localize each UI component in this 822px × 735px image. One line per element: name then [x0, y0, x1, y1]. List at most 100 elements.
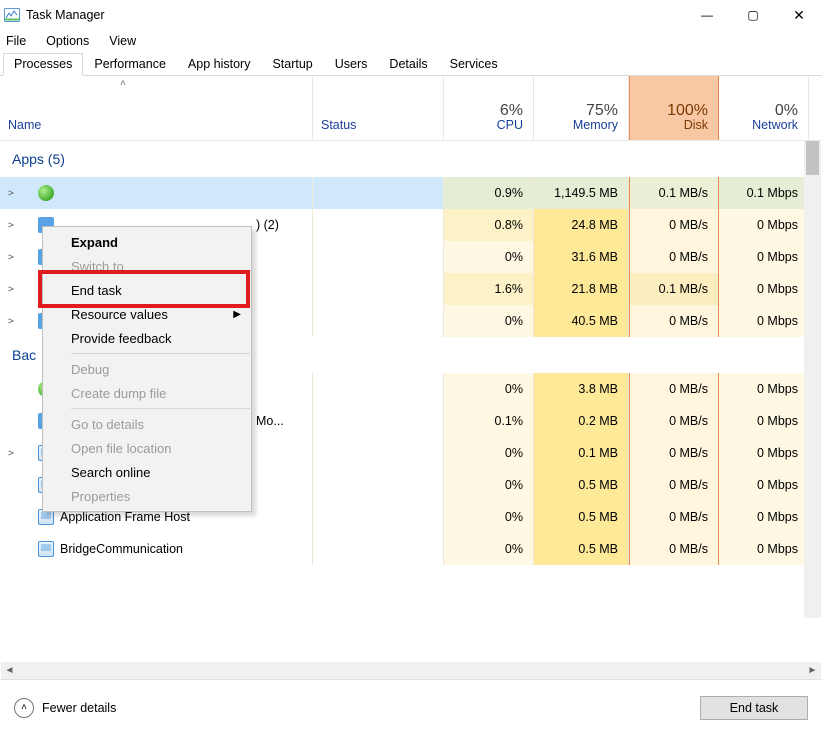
cell-disk: 0 MB/s — [629, 501, 719, 533]
ctx-search-online[interactable]: Search online — [43, 460, 251, 484]
col-network-label: Network — [752, 118, 798, 132]
menu-view[interactable]: View — [109, 32, 146, 50]
ctx-properties[interactable]: Properties — [43, 484, 251, 508]
expand-icon[interactable]: > — [6, 188, 16, 199]
col-disk[interactable]: 100% Disk — [629, 90, 719, 140]
sort-indicator-icon: ˄ — [120, 78, 126, 89]
ctx-expand[interactable]: Expand — [43, 230, 251, 254]
chevron-up-icon: ˄ — [14, 698, 34, 718]
cell-memory: 0.5 MB — [534, 469, 629, 501]
process-suffix: ) (2) — [256, 218, 279, 232]
cell-memory: 1,149.5 MB — [534, 177, 629, 209]
cell-memory: 3.8 MB — [534, 373, 629, 405]
submenu-arrow-icon: ▶ — [233, 309, 241, 320]
menu-file[interactable]: File — [6, 32, 36, 50]
col-name[interactable]: Name — [0, 90, 313, 140]
cell-cpu: 0% — [444, 437, 534, 469]
cell-disk: 0.1 MB/s — [629, 273, 719, 305]
col-cpu[interactable]: 6% CPU — [444, 90, 534, 140]
col-name-label: Name — [8, 118, 302, 132]
cell-disk: 0 MB/s — [629, 241, 719, 273]
cell-cpu: 0% — [444, 241, 534, 273]
ctx-debug[interactable]: Debug — [43, 357, 251, 381]
tab-apphistory[interactable]: App history — [177, 53, 262, 76]
cell-disk: 0 MB/s — [629, 305, 719, 337]
window-title: Task Manager — [26, 8, 105, 22]
ctx-provide-feedback[interactable]: Provide feedback — [43, 326, 251, 350]
cell-memory: 0.5 MB — [534, 501, 629, 533]
cell-network: 0 Mbps — [719, 373, 809, 405]
tab-services[interactable]: Services — [439, 53, 509, 76]
expand-icon[interactable]: > — [6, 448, 16, 459]
tab-details[interactable]: Details — [378, 53, 438, 76]
cell-network: 0 Mbps — [719, 405, 809, 437]
cell-disk: 0.1 MB/s — [629, 177, 719, 209]
cell-cpu: 0.8% — [444, 209, 534, 241]
tab-users[interactable]: Users — [324, 53, 379, 76]
col-disk-label: Disk — [684, 118, 708, 132]
table-row[interactable]: > 0.9% 1,149.5 MB 0.1 MB/s 0.1 Mbps — [0, 177, 809, 209]
ctx-create-dump[interactable]: Create dump file — [43, 381, 251, 405]
tabstrip: Processes Performance App history Startu… — [0, 52, 822, 76]
cell-memory: 21.8 MB — [534, 273, 629, 305]
group-background-label: Bac — [12, 347, 36, 363]
cell-network: 0 Mbps — [719, 533, 809, 565]
col-status[interactable]: Status — [313, 90, 444, 140]
fewer-details-label: Fewer details — [42, 701, 116, 715]
cell-cpu: 0.1% — [444, 405, 534, 437]
cell-cpu: 0% — [444, 305, 534, 337]
scroll-right-icon[interactable]: ► — [804, 662, 821, 679]
tab-processes[interactable]: Processes — [3, 53, 83, 76]
cell-disk: 0 MB/s — [629, 405, 719, 437]
scrollbar-thumb[interactable] — [806, 141, 819, 175]
cell-cpu: 0% — [444, 469, 534, 501]
col-memory[interactable]: 75% Memory — [534, 90, 629, 140]
cell-memory: 31.6 MB — [534, 241, 629, 273]
cell-network: 0 Mbps — [719, 501, 809, 533]
menubar: File Options View — [0, 30, 822, 52]
column-headers: Name Status 6% CPU 75% Memory 100% Disk … — [0, 90, 822, 140]
process-name: BridgeCommunication — [60, 542, 183, 556]
cell-network: 0 Mbps — [719, 305, 809, 337]
ctx-switch-to[interactable]: Switch to — [43, 254, 251, 278]
context-menu: Expand Switch to End task Resource value… — [42, 226, 252, 512]
cell-disk: 0 MB/s — [629, 209, 719, 241]
table-row[interactable]: > BridgeCommunication 0% 0.5 MB 0 MB/s 0… — [0, 533, 809, 565]
maximize-button[interactable]: ▢ — [730, 0, 776, 30]
col-memory-label: Memory — [573, 118, 618, 132]
fewer-details-button[interactable]: ˄ Fewer details — [14, 698, 116, 718]
cell-disk: 0 MB/s — [629, 437, 719, 469]
ctx-open-file-loc[interactable]: Open file location — [43, 436, 251, 460]
expand-icon[interactable]: > — [6, 220, 16, 231]
close-button[interactable]: ✕ — [776, 0, 822, 30]
menu-options[interactable]: Options — [46, 32, 99, 50]
ctx-end-task[interactable]: End task — [43, 278, 251, 302]
cell-network: 0 Mbps — [719, 209, 809, 241]
group-apps[interactable]: Apps (5) — [0, 141, 822, 177]
minimize-button[interactable]: — — [684, 0, 730, 30]
cell-memory: 0.2 MB — [534, 405, 629, 437]
col-network[interactable]: 0% Network — [719, 90, 809, 140]
cell-cpu: 0% — [444, 501, 534, 533]
taskmanager-icon — [4, 7, 20, 23]
end-task-button[interactable]: End task — [700, 696, 808, 720]
cell-network: 0.1 Mbps — [719, 177, 809, 209]
titlebar[interactable]: Task Manager — ▢ ✕ — [0, 0, 822, 30]
cell-memory: 24.8 MB — [534, 209, 629, 241]
expand-icon[interactable]: > — [6, 252, 16, 263]
cell-memory: 0.1 MB — [534, 437, 629, 469]
horizontal-scrollbar[interactable]: ◄ ► — [1, 662, 821, 679]
expand-icon[interactable]: > — [6, 284, 16, 295]
ctx-resource-values[interactable]: Resource values ▶ — [43, 302, 251, 326]
scroll-left-icon[interactable]: ◄ — [1, 662, 18, 679]
cell-network: 0 Mbps — [719, 469, 809, 501]
tab-performance[interactable]: Performance — [83, 53, 177, 76]
cell-disk: 0 MB/s — [629, 533, 719, 565]
vertical-scrollbar[interactable] — [804, 141, 821, 618]
tab-startup[interactable]: Startup — [261, 53, 323, 76]
cell-cpu: 0% — [444, 533, 534, 565]
cell-network: 0 Mbps — [719, 273, 809, 305]
expand-icon[interactable]: > — [6, 316, 16, 327]
ctx-go-to-details[interactable]: Go to details — [43, 412, 251, 436]
group-apps-label: Apps (5) — [12, 151, 65, 167]
